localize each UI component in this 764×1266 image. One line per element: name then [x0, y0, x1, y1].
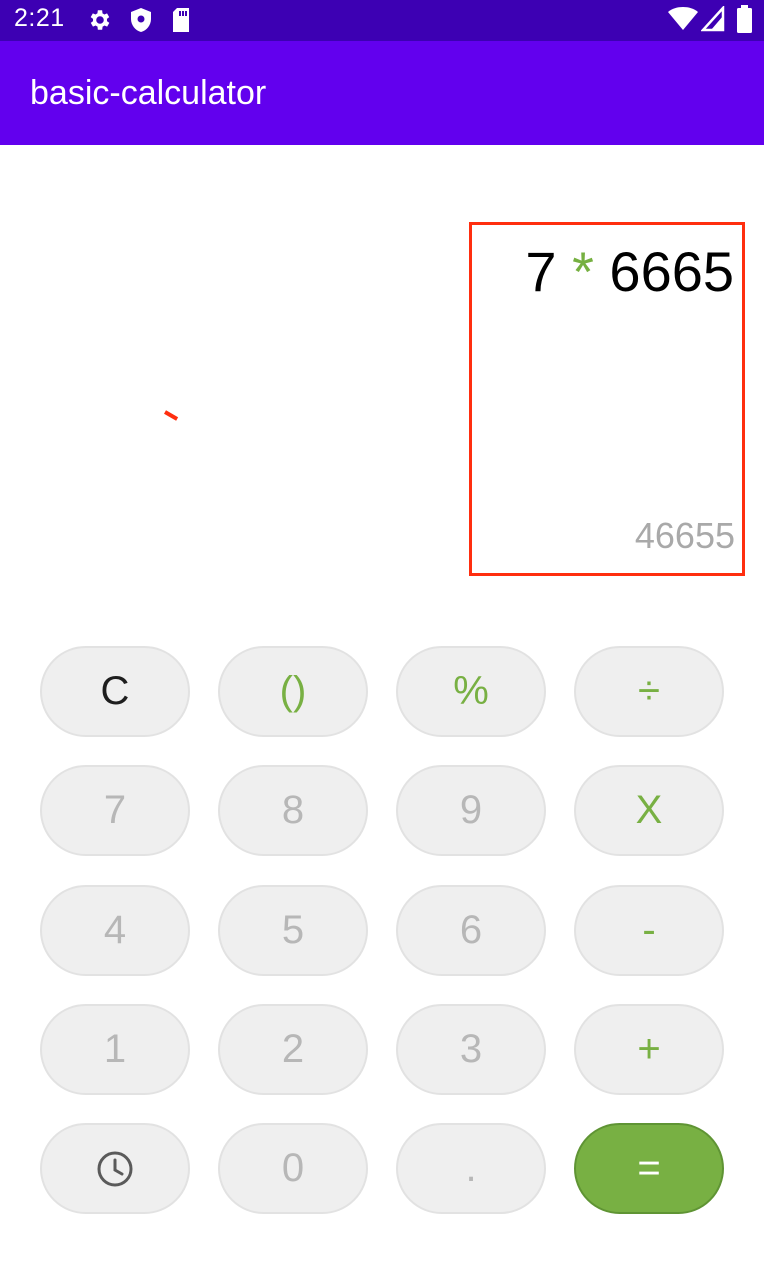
clear-button[interactable]: C: [40, 646, 190, 737]
percent-button-label: %: [453, 669, 489, 713]
status-bar: 2:21: [0, 0, 764, 41]
wifi-icon: [668, 6, 698, 36]
divide-button[interactable]: ÷: [574, 646, 724, 737]
shield-icon: [129, 7, 153, 37]
expression-display[interactable]: 7 * 6665: [525, 239, 734, 304]
digit-3-button[interactable]: 3: [396, 1004, 546, 1095]
digit-9-button[interactable]: 9: [396, 765, 546, 856]
digit-4-label: 4: [103, 908, 127, 952]
decimal-point-button[interactable]: .: [396, 1123, 546, 1214]
digit-3-label: 3: [459, 1027, 483, 1071]
expression-operand-left: 7: [525, 240, 557, 303]
add-button-label: +: [637, 1027, 661, 1071]
digit-7-label: 7: [103, 788, 127, 832]
multiply-button-label: X: [635, 788, 663, 832]
digit-2-label: 2: [281, 1027, 305, 1071]
digit-5-label: 5: [281, 908, 305, 952]
sd-card-icon: [171, 7, 191, 37]
settings-icon: [87, 7, 113, 37]
clear-button-label: C: [100, 669, 130, 713]
status-time: 2:21: [14, 4, 65, 32]
calculator-display: 7 * 6665 46655: [469, 222, 745, 576]
app-bar: basic-calculator: [0, 41, 764, 145]
parentheses-button-label: (): [279, 669, 307, 713]
digit-8-label: 8: [281, 788, 305, 832]
digit-2-button[interactable]: 2: [218, 1004, 368, 1095]
divide-button-label: ÷: [638, 669, 660, 713]
red-mark: [164, 410, 179, 421]
digit-8-button[interactable]: 8: [218, 765, 368, 856]
parentheses-button[interactable]: (): [218, 646, 368, 737]
app-title: basic-calculator: [30, 74, 267, 112]
digit-6-label: 6: [459, 908, 483, 952]
subtract-button[interactable]: -: [574, 885, 724, 976]
equals-button-label: =: [637, 1146, 661, 1190]
history-icon: [96, 1150, 134, 1188]
digit-4-button[interactable]: 4: [40, 885, 190, 976]
digit-0-button[interactable]: 0: [218, 1123, 368, 1214]
expression-operand-right: 6665: [609, 240, 734, 303]
equals-button[interactable]: =: [574, 1123, 724, 1214]
battery-icon: [737, 5, 752, 37]
digit-9-label: 9: [459, 788, 483, 832]
percent-button[interactable]: %: [396, 646, 546, 737]
history-button[interactable]: [40, 1123, 190, 1214]
digit-0-label: 0: [281, 1146, 305, 1190]
digit-6-button[interactable]: 6: [396, 885, 546, 976]
digit-1-button[interactable]: 1: [40, 1004, 190, 1095]
digit-1-label: 1: [103, 1027, 127, 1071]
expression-operator: *: [572, 240, 594, 303]
digit-7-button[interactable]: 7: [40, 765, 190, 856]
multiply-button[interactable]: X: [574, 765, 724, 856]
decimal-point-label: .: [465, 1146, 477, 1190]
cell-signal-icon: [700, 4, 725, 36]
result-preview: 46655: [634, 515, 735, 556]
digit-5-button[interactable]: 5: [218, 885, 368, 976]
add-button[interactable]: +: [574, 1004, 724, 1095]
subtract-button-label: -: [642, 908, 656, 952]
